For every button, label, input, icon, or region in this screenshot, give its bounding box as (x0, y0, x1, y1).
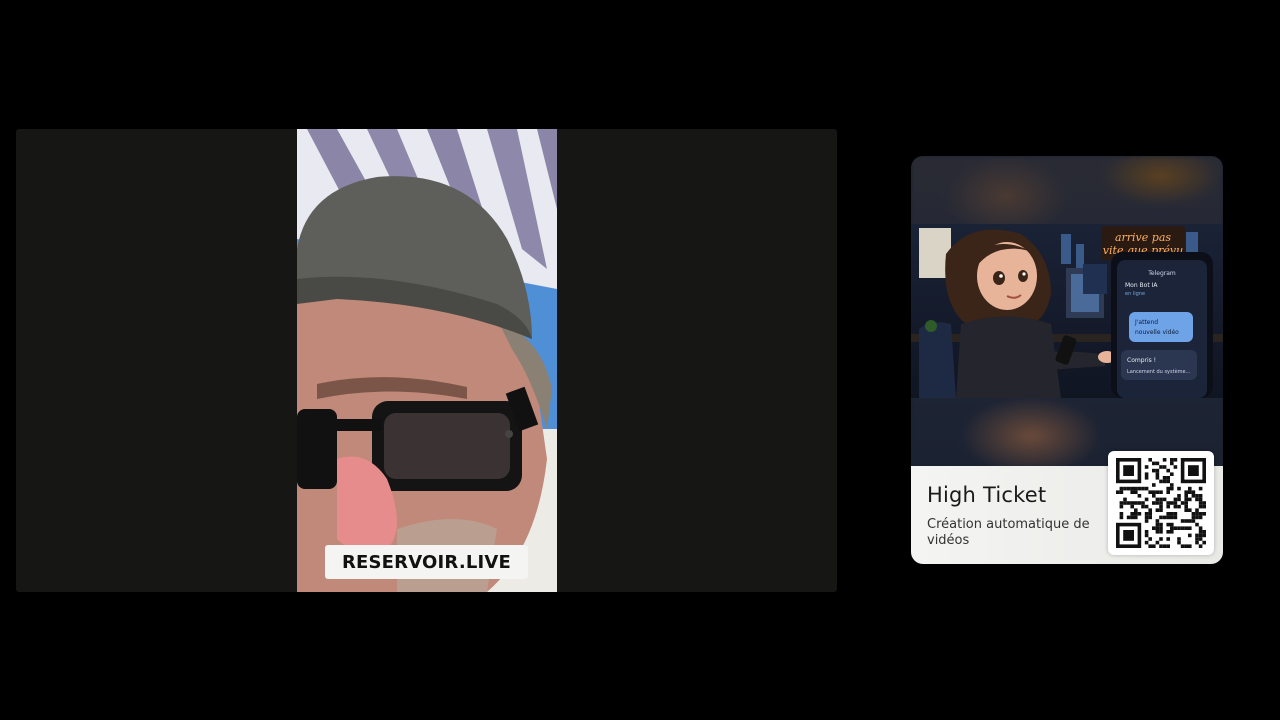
card-subtitle: Création automatique de vidéos (927, 517, 1090, 548)
phone-msg-sent-2: nouvelle vidéo (1135, 329, 1179, 336)
phone-app-name: Telegram (1147, 270, 1176, 277)
promo-card[interactable]: arrive pas vite que prévu Telegram Mon B… (911, 156, 1223, 564)
phone-msg-received-detail: Lancement du système... (1127, 368, 1191, 375)
phone-msg-received: Compris ! (1127, 357, 1156, 364)
video-caption: RESERVOIR.LIVE (325, 545, 528, 579)
qr-code-icon (1116, 458, 1206, 548)
phone-chat-name: Mon Bot IA (1125, 282, 1158, 289)
card-title: High Ticket (927, 483, 1047, 507)
phone-chat-status: en ligne (1125, 291, 1145, 297)
video-frame-image (297, 129, 557, 592)
qr-code[interactable] (1108, 451, 1214, 555)
live-video-feed[interactable]: RESERVOIR.LIVE (297, 129, 557, 592)
neon-sign-line-1: arrive pas (1115, 231, 1171, 244)
phone-msg-sent-1: J'attend (1134, 319, 1158, 326)
promo-illustration: arrive pas vite que prévu Telegram Mon B… (911, 224, 1223, 398)
